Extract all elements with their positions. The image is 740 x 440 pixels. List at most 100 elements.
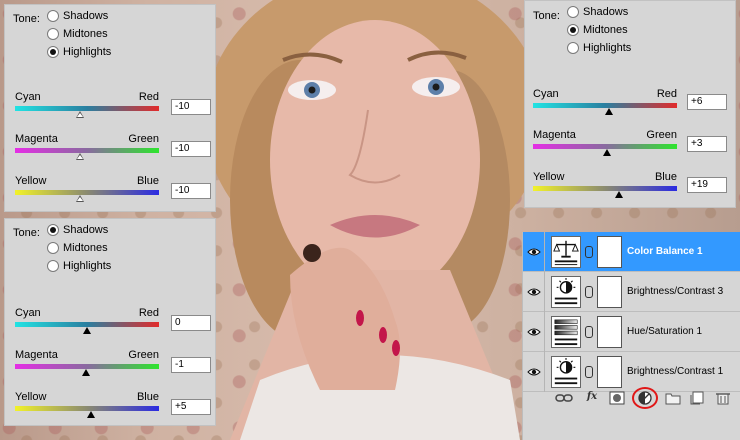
slider-label-left: Magenta [533, 129, 576, 141]
slider-track [15, 148, 159, 153]
magenta-green-slider[interactable]: Magenta Green [15, 349, 159, 379]
slider-label-right: Red [138, 307, 159, 319]
layer-row-brightness-contrast-3[interactable]: Brightness/Contrast 3 [523, 272, 740, 312]
slider-label-left: Yellow [533, 171, 565, 183]
tone-label: Tone: [533, 10, 560, 22]
slider-thumb[interactable] [614, 191, 623, 198]
slider-thumb[interactable] [605, 108, 614, 115]
link-icon[interactable] [555, 391, 573, 405]
color-balance-panel-midtones: Tone: Shadows Midtones Highlights Cyan R… [524, 0, 736, 208]
layer-row-brightness-contrast-1[interactable]: Brightness/Contrast 1 [523, 352, 740, 392]
column-divider [544, 312, 545, 352]
balance-scale-icon[interactable] [551, 236, 581, 268]
slider-thumb[interactable] [83, 327, 91, 334]
magenta-green-slider[interactable]: Magenta Green [533, 129, 677, 159]
magenta-green-value[interactable]: -10 [171, 141, 211, 157]
trash-icon[interactable] [715, 391, 731, 405]
slider-thumb[interactable] [75, 195, 84, 202]
cyan-red-slider[interactable]: Cyan Red [533, 88, 677, 118]
layer-name[interactable]: Hue/Saturation 1 [627, 326, 702, 337]
slider-label-left: Cyan [15, 307, 41, 319]
layer-row-hue-saturation-1[interactable]: Hue/Saturation 1 [523, 312, 740, 352]
adjustment-layer-icon[interactable] [637, 391, 653, 405]
slider-label-right: Green [128, 349, 159, 361]
tone-radio-midtones[interactable]: Midtones [47, 242, 108, 254]
slider-label-left: Magenta [15, 133, 58, 145]
cyan-red-slider[interactable]: Cyan Red [15, 307, 159, 337]
layers-panel: Color Balance 1 Brightness/Contrast 3 Hu… [522, 232, 740, 440]
slider-label-right: Red [138, 91, 159, 103]
mask-icon[interactable] [609, 391, 625, 405]
yellow-blue-slider[interactable]: Yellow Blue [15, 391, 159, 421]
tone-radio-midtones[interactable]: Midtones [47, 28, 108, 40]
chain-link-icon[interactable] [585, 366, 593, 378]
layer-row-color-balance-1[interactable]: Color Balance 1 [523, 232, 740, 272]
tone-radio-shadows[interactable]: Shadows [47, 10, 108, 22]
hue-saturation-icon[interactable] [551, 316, 581, 348]
tone-radio-highlights[interactable]: Highlights [47, 46, 111, 58]
slider-label-right: Green [128, 133, 159, 145]
yellow-blue-slider[interactable]: Yellow Blue [533, 171, 677, 201]
magenta-green-value[interactable]: +3 [687, 136, 727, 152]
column-divider [544, 232, 545, 272]
chain-link-icon[interactable] [585, 246, 593, 258]
tone-radio-highlights[interactable]: Highlights [47, 260, 111, 272]
color-balance-panel-highlights: Tone: Shadows Midtones Highlights Cyan R… [4, 4, 216, 212]
folder-icon[interactable] [665, 391, 681, 405]
magenta-green-value[interactable]: -1 [171, 357, 211, 373]
layer-name[interactable]: Brightness/Contrast 3 [627, 286, 723, 297]
chain-link-icon[interactable] [585, 286, 593, 298]
column-divider [544, 272, 545, 312]
yellow-blue-value[interactable]: +19 [687, 177, 727, 193]
eye-icon[interactable] [527, 325, 541, 339]
layer-name[interactable]: Color Balance 1 [627, 246, 703, 257]
slider-label-left: Magenta [15, 349, 58, 361]
tone-radio-midtones[interactable]: Midtones [567, 24, 628, 36]
slider-thumb[interactable] [86, 411, 95, 418]
slider-track [15, 106, 159, 111]
slider-track [15, 190, 159, 195]
tone-label: Tone: [13, 13, 40, 25]
layers-footer-toolbar: fx [523, 387, 740, 409]
cyan-red-value[interactable]: -10 [171, 99, 211, 115]
column-divider [544, 352, 545, 392]
eye-icon[interactable] [527, 365, 541, 379]
cyan-red-value[interactable]: 0 [171, 315, 211, 331]
yellow-blue-value[interactable]: +5 [171, 399, 211, 415]
tone-radio-shadows[interactable]: Shadows [567, 6, 628, 18]
sun-contrast-icon[interactable] [551, 276, 581, 308]
layer-mask-thumbnail[interactable] [597, 356, 622, 388]
slider-label-right: Red [656, 88, 677, 100]
slider-thumb[interactable] [603, 149, 612, 156]
yellow-blue-slider[interactable]: Yellow Blue [15, 175, 159, 205]
layer-name[interactable]: Brightness/Contrast 1 [627, 366, 723, 377]
tone-label: Tone: [13, 227, 40, 239]
layer-mask-thumbnail[interactable] [597, 276, 622, 308]
slider-thumb[interactable] [82, 369, 91, 376]
tone-radio-shadows[interactable]: Shadows [47, 224, 108, 236]
slider-label-right: Blue [654, 171, 677, 183]
slider-label-left: Yellow [15, 391, 47, 403]
color-balance-panel-shadows: Tone: Shadows Midtones Highlights Cyan R… [4, 218, 216, 426]
slider-label-left: Yellow [15, 175, 47, 187]
magenta-green-slider[interactable]: Magenta Green [15, 133, 159, 163]
layer-mask-thumbnail[interactable] [597, 236, 622, 268]
slider-label-right: Blue [136, 175, 159, 187]
yellow-blue-value[interactable]: -10 [171, 183, 211, 199]
eye-icon[interactable] [527, 245, 541, 259]
fx-icon[interactable]: fx [581, 391, 603, 405]
tone-radio-highlights[interactable]: Highlights [567, 42, 631, 54]
chain-link-icon[interactable] [585, 326, 593, 338]
slider-thumb[interactable] [75, 111, 84, 118]
slider-label-left: Cyan [533, 88, 559, 100]
new-layer-icon[interactable] [689, 391, 705, 405]
cyan-red-value[interactable]: +6 [687, 94, 727, 110]
slider-thumb[interactable] [75, 153, 84, 160]
layer-mask-thumbnail[interactable] [597, 316, 622, 348]
slider-label-right: Blue [136, 391, 159, 403]
sun-contrast-icon[interactable] [551, 356, 581, 388]
cyan-red-slider[interactable]: Cyan Red [15, 91, 159, 121]
slider-label-left: Cyan [15, 91, 41, 103]
slider-track [533, 186, 677, 191]
eye-icon[interactable] [527, 285, 541, 299]
